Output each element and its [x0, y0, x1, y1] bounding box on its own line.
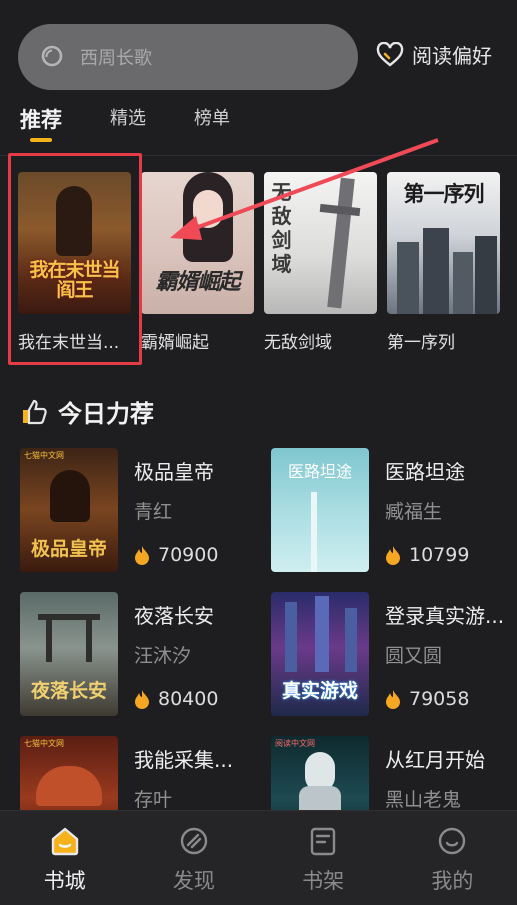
- nav-label: 书架: [302, 869, 345, 893]
- nav-profile[interactable]: 我的: [388, 811, 517, 905]
- brand-tag: 七猫中文网: [24, 451, 64, 460]
- book-cover: 医路坦途: [271, 448, 369, 572]
- brand-tag: 阅读中文网: [275, 739, 315, 748]
- section-title: 今日力荐: [58, 400, 154, 428]
- heat-count: 70900: [134, 544, 218, 566]
- discover-icon: [180, 827, 208, 855]
- book-author: 存叶: [134, 789, 173, 811]
- book-cover: 真实游戏: [271, 592, 369, 716]
- book-title: 我能采集...: [134, 748, 234, 772]
- heat-count: 10799: [385, 544, 469, 566]
- book-title: 登录真实游...: [385, 604, 505, 628]
- bookstore-icon: [51, 827, 78, 856]
- nav-label: 我的: [431, 869, 474, 893]
- brand-tag: 七猫中文网: [24, 739, 64, 748]
- bookshelf-icon: [310, 827, 336, 856]
- fire-icon: [135, 690, 149, 709]
- featured-title: 无敌剑域: [264, 333, 332, 353]
- book-author: 圆又圆: [385, 645, 443, 667]
- book-title: 夜落长安: [134, 604, 214, 628]
- book-item[interactable]: 医路坦途 医路坦途 臧福生 10799: [271, 448, 511, 572]
- fire-icon: [386, 546, 400, 565]
- profile-icon: [439, 827, 466, 855]
- nav-bookstore[interactable]: 书城: [0, 811, 129, 905]
- thumbs-up-icon: [23, 399, 47, 424]
- cover-title: 夜落长安: [30, 680, 107, 702]
- nav-discover[interactable]: 发现: [129, 811, 258, 905]
- book-title: 从红月开始: [385, 748, 485, 772]
- book-title: 医路坦途: [385, 460, 465, 484]
- book-item[interactable]: 七猫中文网 极品皇帝 极品皇帝 青红 70900: [20, 448, 260, 572]
- cover-title: 真实游戏: [281, 680, 358, 702]
- heat-count: 80400: [134, 688, 218, 710]
- cover-title: 极品皇帝: [30, 538, 107, 560]
- fire-icon: [386, 690, 400, 709]
- nav-label: 书城: [43, 869, 86, 893]
- featured-title: 霸婿崛起: [141, 333, 209, 353]
- cover-title: 医路坦途: [287, 462, 352, 481]
- featured-title: 第一序列: [387, 333, 455, 353]
- book-author: 臧福生: [385, 501, 443, 523]
- annotation-arrow: [170, 138, 439, 240]
- heat-count: 79058: [385, 688, 469, 710]
- section-header: 今日力荐: [20, 394, 154, 429]
- book-author: 黑山老鬼: [385, 789, 462, 811]
- nav-label: 发现: [172, 869, 215, 893]
- fire-icon: [135, 546, 149, 565]
- book-item[interactable]: 真实游戏 登录真实游... 圆又圆 79058: [271, 592, 511, 716]
- book-item[interactable]: 夜落长安 夜落长安 汪沐汐 80400: [20, 592, 260, 716]
- book-title: 极品皇帝: [134, 460, 214, 484]
- book-cover: 七猫中文网 极品皇帝: [20, 448, 118, 572]
- book-author: 青红: [134, 501, 173, 523]
- bottom-nav: 书城 发现 书架 我的: [0, 810, 517, 905]
- book-cover: 夜落长安: [20, 592, 118, 716]
- nav-bookshelf[interactable]: 书架: [259, 811, 388, 905]
- book-author: 汪沐汐: [134, 645, 192, 667]
